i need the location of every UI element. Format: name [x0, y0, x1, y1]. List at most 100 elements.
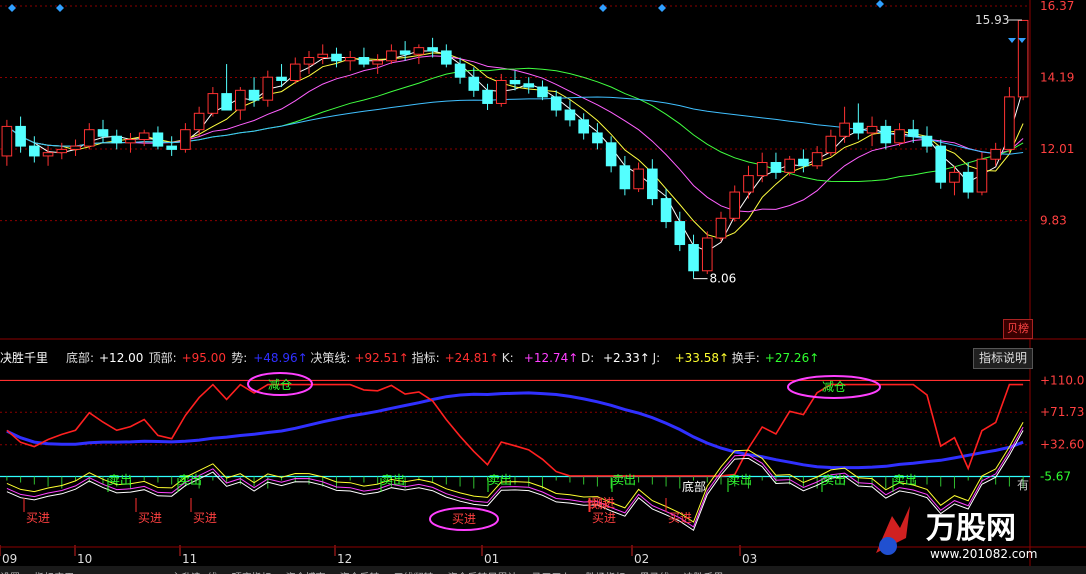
buy-label: 买进 — [668, 511, 692, 525]
candle-body — [935, 145, 947, 183]
logo-brand: 万股网 — [926, 511, 1016, 546]
candle-body — [399, 50, 411, 55]
price-tick-label: 14.19 — [1040, 71, 1074, 85]
candle-body — [495, 79, 507, 104]
candle-body — [784, 158, 795, 173]
bottom-tab-bar: 设置指标应用SAREXPMA主升浪K线顶底指标资金博弈资金反转三线翻转资金反转风… — [0, 566, 1086, 574]
reduce-label: 减仓 — [268, 378, 292, 392]
candle-body — [962, 171, 974, 193]
candle-body — [688, 244, 699, 272]
candle-body — [839, 122, 850, 137]
candle-body — [56, 148, 68, 154]
indicator-name: 决胜千里 — [0, 350, 48, 365]
indicator-axis: +110.0 +71.73 +32.60 -5.67 — [1040, 373, 1084, 483]
candle-body — [770, 162, 782, 173]
sell-label: 卖出 — [488, 473, 512, 487]
candle-body — [921, 135, 933, 147]
indicator-field-value: +2.33↑ — [603, 351, 650, 365]
candle-body — [166, 145, 177, 150]
indicator-tick-label: +71.73 — [1040, 405, 1084, 419]
indicator-field-value: +92.51↑ — [354, 351, 408, 365]
candle-body — [344, 57, 356, 62]
candle-body — [152, 132, 164, 147]
signal-diamond — [8, 4, 16, 12]
trend-line — [6, 391, 1024, 470]
candle-body — [15, 125, 26, 147]
indicator-field-label: 底部: — [66, 350, 94, 365]
indicator-field-value: +12.00 — [99, 351, 143, 365]
month-label: 11 — [182, 552, 197, 566]
candle-body — [83, 129, 95, 147]
candle-body — [386, 50, 397, 62]
candle-body — [29, 145, 40, 157]
candle-body — [289, 63, 301, 81]
candle-body — [990, 148, 1001, 160]
indicator-field-label: 顶部: — [149, 350, 177, 365]
sell-label: 卖出 — [822, 473, 846, 487]
indicator-field-label: 换手: — [732, 351, 760, 365]
candle-body — [468, 76, 480, 91]
candle-body — [756, 162, 768, 177]
indicator-field-value: +27.26↑ — [765, 351, 819, 365]
candle-body — [949, 171, 960, 183]
signal-diamond — [56, 4, 64, 12]
candle-body — [42, 152, 54, 157]
candle-body — [715, 217, 727, 239]
candle-body — [97, 129, 109, 137]
candle-body — [454, 63, 466, 78]
candle-body — [880, 125, 892, 144]
signal-diamond — [658, 4, 666, 12]
indicator-field-value: +12.74↑ — [524, 351, 578, 365]
candle-body — [358, 57, 370, 65]
candle-body — [825, 135, 837, 154]
candle-body — [207, 93, 219, 114]
candle-body — [1004, 96, 1015, 150]
candle-body — [619, 165, 631, 190]
indicator-tick-label: +110.0 — [1040, 373, 1084, 387]
indicator-field-label: 指标: — [412, 350, 440, 365]
decision-line — [6, 383, 1024, 477]
candle-body — [647, 168, 658, 200]
candle-body — [523, 83, 535, 88]
candle-body — [221, 93, 232, 111]
candle-body — [413, 47, 425, 55]
indicator-explain-button[interactable]: 指标说明 — [973, 348, 1033, 369]
candle-body — [605, 142, 617, 167]
candle-body — [70, 145, 81, 150]
down-triangle-icon — [1008, 38, 1016, 43]
candle-body — [894, 129, 905, 144]
candle-body — [729, 191, 741, 219]
last-price-label: 15.93 — [975, 13, 1009, 27]
price-tick-label: 16.37 — [1040, 0, 1074, 13]
signal-diamond — [876, 0, 884, 8]
sell-label: 卖出 — [612, 473, 636, 487]
indicator-field-label: 势: — [231, 351, 247, 365]
candle-body — [976, 158, 988, 193]
price-tick-label: 9.83 — [1040, 214, 1067, 228]
price-grid — [0, 0, 1086, 566]
warning-label: 铁脉 — [587, 497, 609, 511]
indicator-field-label: J: — [652, 351, 661, 365]
candle-body — [592, 132, 603, 144]
candle-body — [276, 76, 287, 81]
candle-body — [811, 152, 823, 167]
candle-body — [317, 53, 329, 59]
indicator-grid — [0, 379, 1030, 478]
candle-body — [633, 168, 644, 190]
candle-body — [509, 79, 521, 85]
candle-body — [907, 129, 919, 137]
candle-body — [427, 47, 438, 52]
candle-body — [743, 175, 754, 193]
bottom-label: 底部 — [682, 479, 706, 494]
indicator-field-value: +24.81↑ — [445, 351, 499, 365]
candle-body — [482, 89, 493, 104]
ranking-button[interactable]: 贝榜 — [1003, 319, 1033, 339]
reduce-label: 减仓 — [822, 380, 846, 394]
low-price-label: 8.06 — [710, 272, 737, 286]
buy-label: 买进 — [26, 511, 50, 525]
candle-body — [853, 122, 864, 134]
candle-body — [193, 112, 205, 131]
candle-body — [866, 125, 878, 134]
month-label: 12 — [337, 552, 352, 566]
candle-body — [138, 132, 150, 141]
